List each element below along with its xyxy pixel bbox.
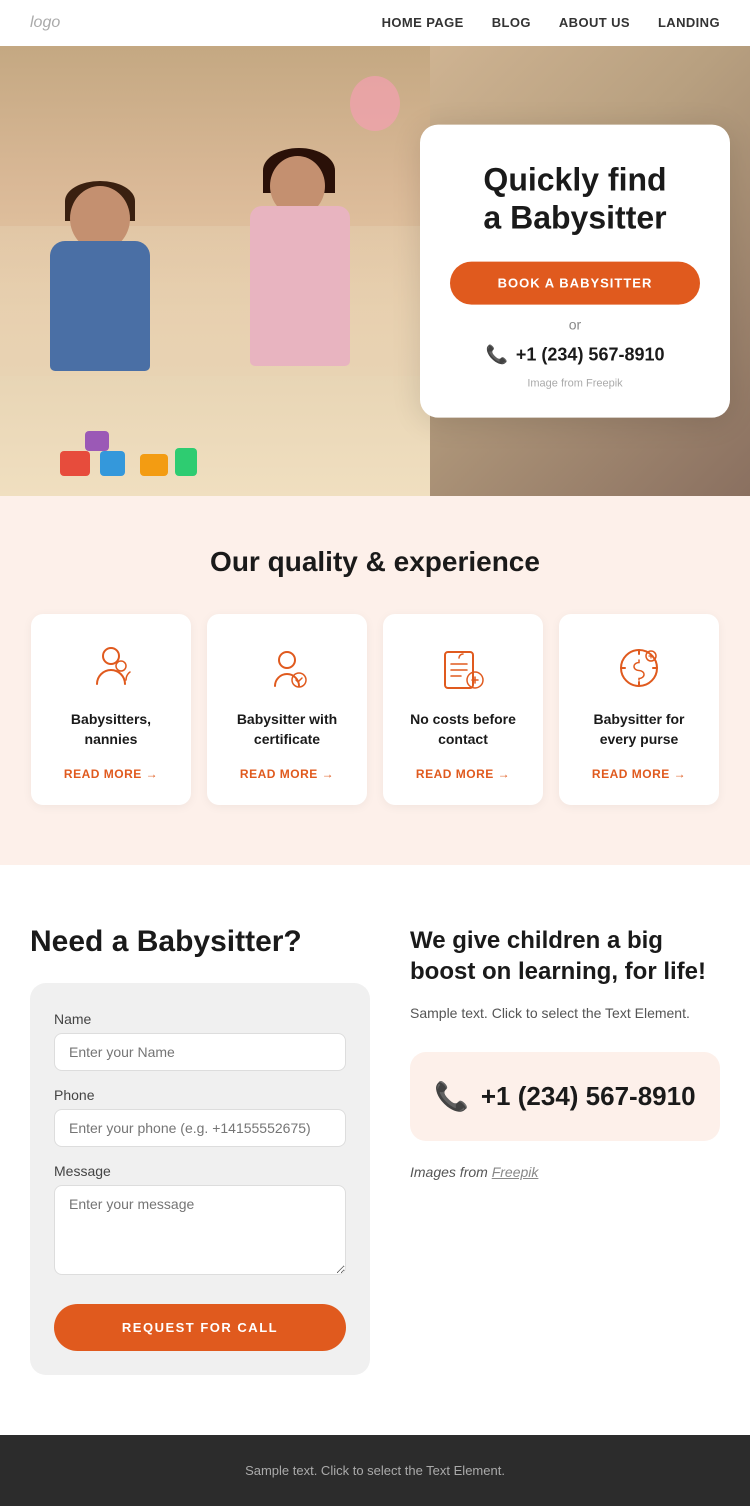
image-credit: Images from Freepik bbox=[410, 1161, 720, 1183]
feature-cards-grid: Babysitters, nannies READ MORE Babysitte… bbox=[30, 614, 720, 805]
form-left-panel: Need a Babysitter? Name Phone Message RE… bbox=[30, 925, 370, 1375]
name-form-group: Name bbox=[54, 1011, 346, 1071]
hero-phone: 📞 +1 (234) 567-8910 bbox=[450, 344, 700, 365]
navbar: logo HOME PAGE BLOG ABOUT US LANDING bbox=[0, 0, 750, 46]
nav-links: HOME PAGE BLOG ABOUT US LANDING bbox=[382, 14, 720, 32]
card-4-read-more[interactable]: READ MORE bbox=[592, 767, 686, 781]
phone-card-number: +1 (234) 567-8910 bbox=[481, 1081, 696, 1112]
footer: Sample text. Click to select the Text El… bbox=[0, 1435, 750, 1506]
phone-card-icon: 📞 bbox=[434, 1080, 469, 1113]
hero-phone-number: +1 (234) 567-8910 bbox=[516, 344, 665, 365]
right-description: Sample text. Click to select the Text El… bbox=[410, 1002, 720, 1024]
form-heading: Need a Babysitter? bbox=[30, 925, 370, 959]
hero-image-credit: Image from Freepik bbox=[450, 377, 700, 389]
form-right-panel: We give children a big boost on learning… bbox=[410, 925, 720, 1211]
card-2-read-more[interactable]: READ MORE bbox=[240, 767, 334, 781]
phone-card: 📞 +1 (234) 567-8910 bbox=[410, 1052, 720, 1141]
card-1-read-more[interactable]: READ MORE bbox=[64, 767, 158, 781]
no-costs-icon bbox=[437, 642, 489, 694]
name-label: Name bbox=[54, 1011, 346, 1027]
phone-form-group: Phone bbox=[54, 1087, 346, 1147]
footer-text: Sample text. Click to select the Text El… bbox=[28, 1463, 722, 1478]
card-3-title: No costs before contact bbox=[399, 710, 527, 749]
card-4-title: Babysitter for every purse bbox=[575, 710, 703, 749]
message-textarea[interactable] bbox=[54, 1185, 346, 1275]
feature-card-2: Babysitter with certificate READ MORE bbox=[207, 614, 367, 805]
babysitter-nannies-icon bbox=[85, 642, 137, 694]
quality-title: Our quality & experience bbox=[30, 546, 720, 578]
hero-card: Quickly find a Babysitter BOOK A BABYSIT… bbox=[420, 125, 730, 418]
message-form-group: Message bbox=[54, 1163, 346, 1280]
nav-home[interactable]: HOME PAGE bbox=[382, 15, 464, 30]
nav-about[interactable]: ABOUT US bbox=[559, 15, 630, 30]
freepik-link[interactable]: Freepik bbox=[492, 1164, 539, 1180]
phone-icon: 📞 bbox=[485, 344, 507, 365]
phone-input[interactable] bbox=[54, 1109, 346, 1147]
feature-card-3: No costs before contact READ MORE bbox=[383, 614, 543, 805]
message-label: Message bbox=[54, 1163, 346, 1179]
name-input[interactable] bbox=[54, 1033, 346, 1071]
card-1-title: Babysitters, nannies bbox=[47, 710, 175, 749]
request-call-button[interactable]: REQUEST FOR CALL bbox=[54, 1304, 346, 1351]
book-babysitter-button[interactable]: BOOK A BABYSITTER bbox=[450, 261, 700, 304]
quality-section: Our quality & experience Babysitters, na… bbox=[0, 496, 750, 865]
card-3-read-more[interactable]: READ MORE bbox=[416, 767, 510, 781]
nav-blog[interactable]: BLOG bbox=[492, 15, 531, 30]
nav-landing[interactable]: LANDING bbox=[658, 15, 720, 30]
every-purse-icon bbox=[613, 642, 665, 694]
form-section: Need a Babysitter? Name Phone Message RE… bbox=[0, 865, 750, 1435]
certificate-icon bbox=[261, 642, 313, 694]
feature-card-4: Babysitter for every purse READ MORE bbox=[559, 614, 719, 805]
logo: logo bbox=[30, 14, 60, 32]
hero-title: Quickly find a Babysitter bbox=[450, 161, 700, 238]
card-2-title: Babysitter with certificate bbox=[223, 710, 351, 749]
hero-section: Quickly find a Babysitter BOOK A BABYSIT… bbox=[0, 46, 750, 496]
contact-form-box: Name Phone Message REQUEST FOR CALL bbox=[30, 983, 370, 1375]
feature-card-1: Babysitters, nannies READ MORE bbox=[31, 614, 191, 805]
right-heading: We give children a big boost on learning… bbox=[410, 925, 720, 987]
hero-photo bbox=[0, 46, 430, 496]
hero-or-text: or bbox=[450, 316, 700, 332]
phone-label: Phone bbox=[54, 1087, 346, 1103]
